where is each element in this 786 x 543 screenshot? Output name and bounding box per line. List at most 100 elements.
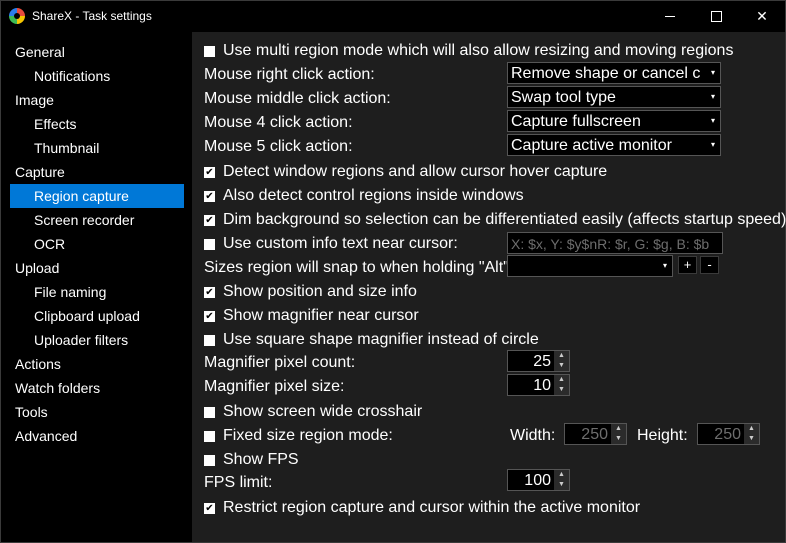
spin-up-icon[interactable]: ▲ [554,375,569,385]
show-position-checkbox[interactable]: ✔ [204,287,215,298]
sidebar-item-capture[interactable]: Capture [15,160,65,184]
chevron-down-icon: ▾ [658,256,672,276]
maximize-icon [710,11,722,22]
fixed-size-checkbox[interactable] [204,431,215,442]
sidebar-item-notifications[interactable]: Notifications [34,64,110,88]
sidebar-item-tools[interactable]: Tools [15,400,48,424]
custom-info-row: Use custom info text near cursor: [192,235,502,255]
detect-controls-checkbox[interactable]: ✔ [204,191,215,202]
task-settings-window: ShareX - Task settings ✕ General Notific… [0,0,786,543]
spin-up-icon[interactable]: ▲ [611,424,626,434]
square-magnifier-label: Use square shape magnifier instead of ci… [223,331,539,348]
fixed-size-row: Fixed size region mode: [192,427,502,447]
close-button[interactable]: ✕ [739,1,785,32]
chevron-down-icon: ▾ [706,135,720,155]
spin-up-icon[interactable]: ▲ [554,351,569,361]
sidebar-item-watch-folders[interactable]: Watch folders [15,376,100,400]
mouse5-action-value: Capture active monitor [511,137,672,154]
crosshair-checkbox[interactable] [204,407,215,418]
detect-windows-checkbox[interactable]: ✔ [204,167,215,178]
show-position-label: Show position and size info [223,283,417,300]
spin-down-icon[interactable]: ▼ [554,480,569,490]
sidebar-item-effects[interactable]: Effects [34,112,77,136]
multi-region-checkbox[interactable] [204,46,215,57]
show-fps-row: Show FPS [192,451,785,471]
show-fps-checkbox[interactable] [204,455,215,466]
custom-info-text-value: X: $x, Y: $y$nR: $r, G: $g, B: $b [511,236,710,252]
dim-background-checkbox[interactable]: ✔ [204,215,215,226]
chevron-down-icon: ▾ [706,111,720,131]
remove-snap-size-button[interactable]: - [700,256,719,274]
fixed-width-value: 250 [581,426,608,443]
minimize-icon [665,16,675,17]
show-magnifier-label: Show magnifier near cursor [223,307,419,324]
crosshair-label: Show screen wide crosshair [223,403,423,420]
close-icon: ✕ [756,8,768,24]
sidebar-item-image[interactable]: Image [15,88,54,112]
spin-down-icon[interactable]: ▼ [554,361,569,371]
right-click-action-select[interactable]: Remove shape or cancel capture ▾ [507,62,721,84]
fixed-height-value: 250 [714,426,741,443]
magnifier-pixel-count-stepper[interactable]: 25 ▲ ▼ [507,350,570,372]
fixed-size-label: Fixed size region mode: [223,427,393,444]
sidebar-item-screen-recorder[interactable]: Screen recorder [34,208,134,232]
detect-controls-label: Also detect control regions inside windo… [223,187,524,204]
right-click-label: Mouse right click action: [204,66,375,83]
sidebar-item-ocr[interactable]: OCR [34,232,65,256]
mouse5-action-select[interactable]: Capture active monitor ▾ [507,134,721,156]
fixed-height-stepper[interactable]: 250 ▲ ▼ [697,423,760,445]
dim-background-label: Dim background so selection can be diffe… [223,211,786,228]
title-bar[interactable]: ShareX - Task settings ✕ [1,1,785,32]
magnifier-pixel-size-value: 10 [533,377,551,394]
spin-buttons: ▲ ▼ [554,351,569,371]
middle-click-label: Mouse middle click action: [204,90,391,107]
add-snap-size-button[interactable]: + [678,256,697,274]
sharex-logo-icon [9,8,25,24]
maximize-button[interactable] [693,1,739,32]
square-magnifier-checkbox[interactable] [204,335,215,346]
multi-region-row: Use multi region mode which will also al… [192,42,785,62]
spin-down-icon[interactable]: ▼ [554,385,569,395]
restrict-checkbox[interactable]: ✔ [204,503,215,514]
custom-info-text-field[interactable]: X: $x, Y: $y$nR: $r, G: $g, B: $b [507,232,723,254]
restrict-row: ✔ Restrict region capture and cursor wit… [192,499,785,519]
spin-up-icon[interactable]: ▲ [744,424,759,434]
crosshair-row: Show screen wide crosshair [192,403,785,423]
spin-down-icon[interactable]: ▼ [611,434,626,444]
sidebar-item-upload[interactable]: Upload [15,256,59,280]
chevron-down-icon: ▾ [706,63,720,83]
dim-background-row: ✔ Dim background so selection can be dif… [192,211,786,231]
snap-sizes-select[interactable]: ▾ [507,255,673,277]
sidebar-item-general[interactable]: General [15,40,65,64]
restrict-label: Restrict region capture and cursor withi… [223,499,641,516]
middle-click-action-select[interactable]: Swap tool type ▾ [507,86,721,108]
sidebar-item-uploader-filters[interactable]: Uploader filters [34,328,128,352]
settings-sidebar: General Notifications Image Effects Thum… [1,32,191,542]
show-magnifier-checkbox[interactable]: ✔ [204,311,215,322]
spin-down-icon[interactable]: ▼ [744,434,759,444]
spin-buttons: ▲ ▼ [611,424,626,444]
spin-buttons: ▲ ▼ [554,470,569,490]
multi-region-label: Use multi region mode which will also al… [223,42,734,59]
region-capture-settings: Use multi region mode which will also al… [192,32,786,542]
mouse4-action-select[interactable]: Capture fullscreen ▾ [507,110,721,132]
spin-buttons: ▲ ▼ [554,375,569,395]
detect-windows-row: ✔ Detect window regions and allow cursor… [192,163,785,183]
sidebar-item-actions[interactable]: Actions [15,352,61,376]
minimize-button[interactable] [647,1,693,32]
sidebar-item-file-naming[interactable]: File naming [34,280,106,304]
sidebar-item-thumbnail[interactable]: Thumbnail [34,136,99,160]
detect-controls-row: ✔ Also detect control regions inside win… [192,187,785,207]
magnifier-pixel-size-stepper[interactable]: 10 ▲ ▼ [507,374,570,396]
sidebar-item-clipboard-upload[interactable]: Clipboard upload [34,304,140,328]
spin-up-icon[interactable]: ▲ [554,470,569,480]
middle-click-action-value: Swap tool type [511,89,616,106]
sidebar-item-advanced[interactable]: Advanced [15,424,77,448]
fps-limit-value: 100 [524,472,551,489]
sidebar-item-region-capture[interactable]: Region capture [10,184,184,208]
fps-limit-stepper[interactable]: 100 ▲ ▼ [507,469,570,491]
custom-info-checkbox[interactable] [204,239,215,250]
fixed-height-label: Height: [637,427,688,444]
fixed-width-stepper[interactable]: 250 ▲ ▼ [564,423,627,445]
chevron-down-icon: ▾ [706,87,720,107]
